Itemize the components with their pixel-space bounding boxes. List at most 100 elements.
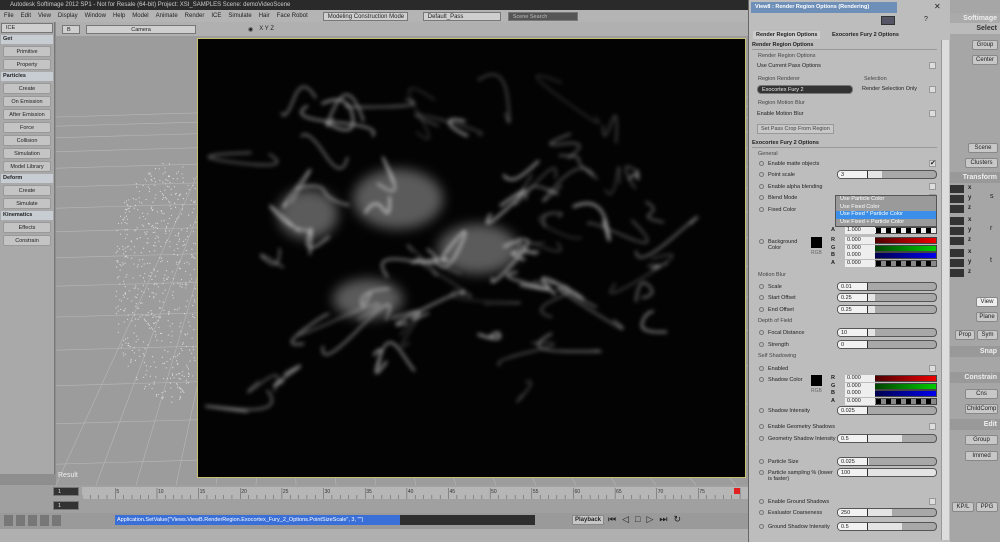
scale-slider[interactable]: 0.01 [837,282,937,291]
transform-field[interactable] [950,185,964,193]
animate-toggle[interactable] [759,330,764,335]
property-button[interactable]: Property [3,59,51,70]
transform-field[interactable] [950,249,964,257]
menu-edit[interactable]: Edit [21,13,31,19]
menu-model[interactable]: Model [132,13,148,19]
childcomp-button[interactable]: ChildComp [965,404,998,414]
simulate-button[interactable]: Simulate [3,198,51,209]
evaluator-coarseness-slider[interactable]: 250 [837,508,937,517]
after-emission-button[interactable]: After Emission [3,109,51,120]
checkbox[interactable] [929,423,936,430]
value-input[interactable]: 10 [838,329,868,336]
animate-toggle[interactable] [759,459,764,464]
immed-button[interactable]: Immed [965,451,998,461]
end-offset-slider[interactable]: 0.25 [837,305,937,314]
transform-field[interactable] [950,227,964,235]
channel-b-value[interactable]: 0.000 [845,252,875,259]
menu-display[interactable]: Display [58,13,78,19]
select-header[interactable]: Select [950,23,1000,34]
animate-toggle[interactable] [759,424,764,429]
menu-simulate[interactable]: Simulate [228,13,251,19]
timeline[interactable]: 1 1 5 10 15 20 25 30 35 40 45 50 55 60 65 70 75 [0,485,748,513]
render-region[interactable] [197,38,746,478]
scene-button[interactable]: Scene [968,143,998,153]
animate-toggle[interactable] [759,499,764,504]
animate-toggle[interactable] [759,524,764,529]
blend-option[interactable]: Use Fixed Color [836,204,936,212]
animate-toggle[interactable] [759,239,764,244]
transform-field[interactable] [950,217,964,225]
layout-icon[interactable] [52,515,61,526]
command-line[interactable]: Application.SetValue("Views.ViewB.Render… [115,515,535,525]
model-library-button[interactable]: Model Library [3,161,51,172]
viewport[interactable]: B Camera ◉ X Y Z Result [56,22,748,485]
animate-toggle[interactable] [759,295,764,300]
srt-label[interactable]: s [990,193,994,200]
focal-distance-slider[interactable]: 10 [837,328,937,337]
scene-search-input[interactable]: Scene Search [507,11,578,21]
kpl-button[interactable]: KP/L [952,502,974,512]
prev-key-icon[interactable]: ⏮ [608,514,616,525]
layout-icon[interactable] [4,515,13,526]
playback-button[interactable]: Playback [572,515,605,525]
animate-toggle[interactable] [759,161,764,166]
checkbox[interactable] [929,183,936,190]
fixed-alpha-value[interactable]: 1.000 [845,227,875,234]
prop-button[interactable]: Prop [955,330,975,340]
menu-window[interactable]: Window [85,13,106,19]
checkbox[interactable]: ✔ [929,160,936,167]
shadow-intensity-slider[interactable]: 0.025 [837,406,937,415]
animate-toggle[interactable] [759,470,764,475]
section-header[interactable]: Exocortex Fury 2 Options [752,139,937,148]
value-input[interactable]: 250 [838,509,868,516]
camera-select[interactable]: Camera [86,24,196,34]
start-offset-slider[interactable]: 0.25 [837,293,937,302]
blend-option[interactable]: Use Fixed * Particle Color [836,211,936,219]
channel-a-value[interactable]: 0.000 [845,397,875,405]
group-edit-button[interactable]: Group [965,435,998,445]
ppg-button[interactable]: PPG [976,502,998,512]
srt-label[interactable]: t [990,257,992,264]
checkbox[interactable] [929,62,936,69]
animate-toggle[interactable] [759,284,764,289]
channel-b-value[interactable]: 0.000 [845,390,875,397]
section-header[interactable]: Render Region Options [752,41,937,50]
next-key-icon[interactable]: ⏭ [659,514,667,525]
scrollbar[interactable] [941,40,949,540]
transform-field[interactable] [950,237,964,245]
value-input[interactable]: 0.25 [838,306,868,313]
animate-toggle[interactable] [759,366,764,371]
ground-shadow-intensity-slider[interactable]: 0.5 [837,522,937,531]
time-ruler[interactable]: 5 10 15 20 25 30 35 40 45 50 55 60 65 70 75 [82,485,748,513]
animate-toggle[interactable] [759,307,764,312]
menu-help[interactable]: Help [113,13,125,19]
channel-r-value[interactable]: 0.000 [845,237,875,244]
animate-toggle[interactable] [759,408,764,413]
create-button[interactable]: Create [3,83,51,94]
end-marker[interactable] [734,488,740,494]
group-button[interactable]: Group [972,40,998,50]
center-button[interactable]: Center [972,55,998,65]
animate-toggle[interactable] [759,172,764,177]
layout-icon[interactable] [16,515,25,526]
animate-toggle[interactable] [759,207,764,212]
stop-icon[interactable]: □ [635,514,640,525]
channel-a-value[interactable]: 0.000 [845,259,875,267]
layout-icon[interactable] [28,515,37,526]
clusters-button[interactable]: Clusters [965,158,998,168]
value-input[interactable]: 3 [838,171,868,178]
effects-button[interactable]: Effects [3,222,51,233]
value-input[interactable]: 0.025 [838,407,868,414]
pass-select[interactable]: Default_Pass [422,11,501,21]
animate-toggle[interactable] [759,184,764,189]
value-input[interactable]: 0.25 [838,294,868,301]
value-input[interactable]: 100 [838,469,868,476]
menu-face-robot[interactable]: Face Robot [277,13,308,19]
module-select[interactable]: ICE [1,23,53,33]
srt-label[interactable]: r [990,225,992,232]
start-frame[interactable]: 1 [53,487,79,496]
point-scale-slider[interactable]: 3 [837,170,937,179]
create-button[interactable]: Create [3,185,51,196]
menu-view[interactable]: View [38,13,51,19]
on-emission-button[interactable]: On Emission [3,96,51,107]
